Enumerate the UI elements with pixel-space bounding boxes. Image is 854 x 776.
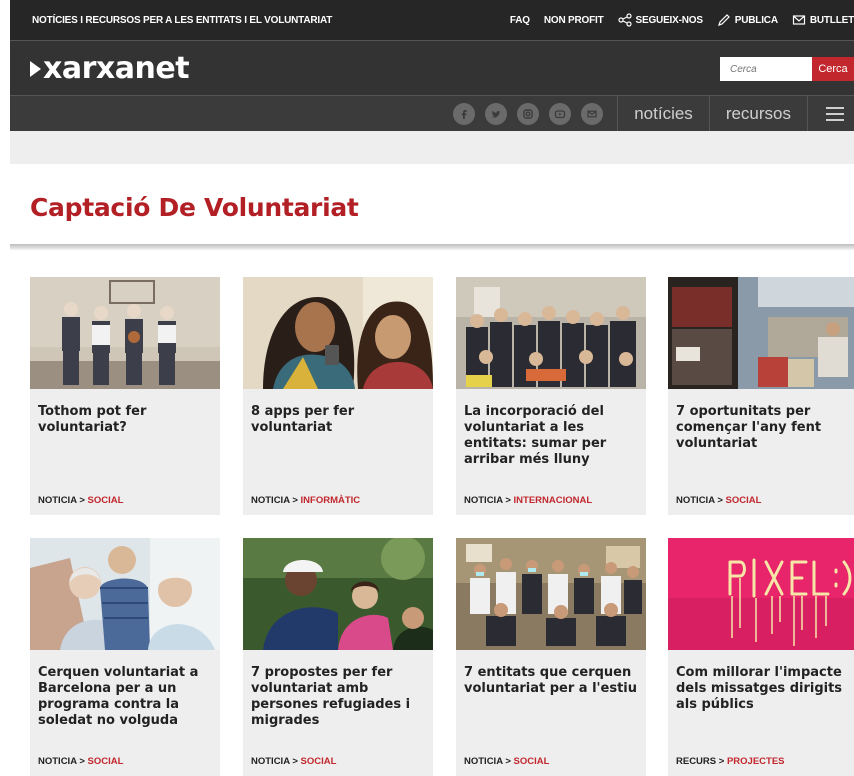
newsletter-label: BUTLLET [809,14,854,26]
non-profit-link[interactable]: NON PROFIT [544,15,604,26]
article-title[interactable]: 7 propostes per fer voluntariat amb pers… [251,665,429,729]
logo-play-icon [30,60,41,77]
main-nav: notícies recursos [10,95,854,132]
hamburger-icon [826,106,844,121]
article-title[interactable]: 8 apps per fer voluntariat [251,404,429,436]
category-separator: > [76,756,88,767]
category-separator: > [502,756,514,767]
article-category[interactable]: NOTICIA > INTERNACIONAL [464,495,592,506]
title-divider [10,244,854,250]
search-form: Cerca [720,57,854,81]
article-subcategory[interactable]: PROJECTES [727,756,785,767]
article-card[interactable]: Cerquen voluntariat a Barcelona per a un… [30,538,220,776]
email-icon[interactable] [581,102,604,125]
article-image[interactable] [668,538,854,650]
pencil-icon [717,14,730,26]
nav-item-recursos[interactable]: recursos [708,95,807,132]
article-subcategory[interactable]: INFORMÀTIC [301,495,361,506]
nav-item-noticies[interactable]: notícies [617,95,709,132]
article-title[interactable]: Com millorar l'impacte dels missatges di… [676,665,854,713]
article-title[interactable]: La incorporació del voluntariat a les en… [464,404,642,468]
article-subcategory[interactable]: INTERNACIONAL [514,495,593,506]
follow-us-link[interactable]: SEGUEIX-NOS [617,13,703,27]
faq-link[interactable]: FAQ [510,15,530,26]
top-bar: NOTÍCIES I RECURSOS PER A LES ENTITATS I… [10,0,854,40]
article-category[interactable]: RECURS > PROJECTES [676,756,785,767]
logo-text: xarxanet [43,51,190,86]
article-image[interactable] [243,277,433,389]
article-image[interactable] [456,277,646,389]
article-card[interactable]: 7 oportunitats per començar l'any fent v… [668,277,854,515]
article-title[interactable]: Tothom pot fer voluntariat? [38,404,216,436]
article-type: NOTICIA [464,756,503,767]
article-title[interactable]: Cerquen voluntariat a Barcelona per a un… [38,665,216,729]
article-image[interactable] [668,277,854,389]
article-card[interactable]: La incorporació del voluntariat a les en… [456,277,646,515]
article-type: NOTICIA [251,495,290,506]
facebook-icon[interactable] [453,102,476,125]
article-type: NOTICIA [38,495,77,506]
article-subcategory[interactable]: SOCIAL [726,495,762,506]
site-tagline: NOTÍCIES I RECURSOS PER A LES ENTITATS I… [32,14,333,26]
article-card[interactable]: 7 entitats que cerquen voluntariat per a… [456,538,646,776]
article-image[interactable] [30,538,220,650]
category-separator: > [502,495,514,506]
article-category[interactable]: NOTICIA > SOCIAL [251,756,336,767]
article-type: NOTICIA [251,756,290,767]
article-title[interactable]: 7 entitats que cerquen voluntariat per a… [464,665,642,697]
brand-bar: xarxanet Cerca [10,40,854,95]
article-category[interactable]: NOTICIA > SOCIAL [676,495,761,506]
article-type: NOTICIA [464,495,503,506]
article-type: NOTICIA [38,756,77,767]
article-image[interactable] [30,277,220,389]
article-card[interactable]: Tothom pot fer voluntariat? NOTICIA > SO… [30,277,220,515]
article-subcategory[interactable]: SOCIAL [88,495,124,506]
article-image[interactable] [456,538,646,650]
article-image[interactable] [243,538,433,650]
article-title[interactable]: 7 oportunitats per començar l'any fent v… [676,404,854,452]
search-input[interactable] [720,57,812,81]
category-separator: > [289,756,301,767]
article-subcategory[interactable]: SOCIAL [88,756,124,767]
social-links [453,102,617,125]
publish-label: PUBLICA [734,14,778,26]
article-subcategory[interactable]: SOCIAL [514,756,550,767]
newsletter-link[interactable]: BUTLLET [792,13,854,27]
site-logo[interactable]: xarxanet [30,51,190,86]
envelope-icon [792,15,805,25]
publish-link[interactable]: PUBLICA [717,13,778,27]
article-category[interactable]: NOTICIA > SOCIAL [38,756,123,767]
article-card[interactable]: Com millorar l'impacte dels missatges di… [668,538,854,776]
article-card[interactable]: 7 propostes per fer voluntariat amb pers… [243,538,433,776]
category-separator: > [716,756,727,767]
twitter-icon[interactable] [485,102,508,125]
category-separator: > [289,495,301,506]
follow-us-label: SEGUEIX-NOS [635,14,703,26]
category-separator: > [714,495,726,506]
search-button[interactable]: Cerca [812,57,854,81]
article-category[interactable]: NOTICIA > INFORMÀTIC [251,495,360,506]
article-type: NOTICIA [676,495,715,506]
share-icon [617,13,632,27]
page-title: Captació De Voluntariat [30,193,359,222]
article-type: RECURS [676,756,717,767]
breadcrumb-strip [10,131,854,164]
instagram-icon[interactable] [517,102,540,125]
article-subcategory[interactable]: SOCIAL [301,756,337,767]
article-card[interactable]: 8 apps per fer voluntariat NOTICIA > INF… [243,277,433,515]
article-category[interactable]: NOTICIA > SOCIAL [38,495,123,506]
category-separator: > [76,495,88,506]
article-category[interactable]: NOTICIA > SOCIAL [464,756,549,767]
youtube-icon[interactable] [549,102,572,125]
menu-button[interactable] [807,95,854,132]
